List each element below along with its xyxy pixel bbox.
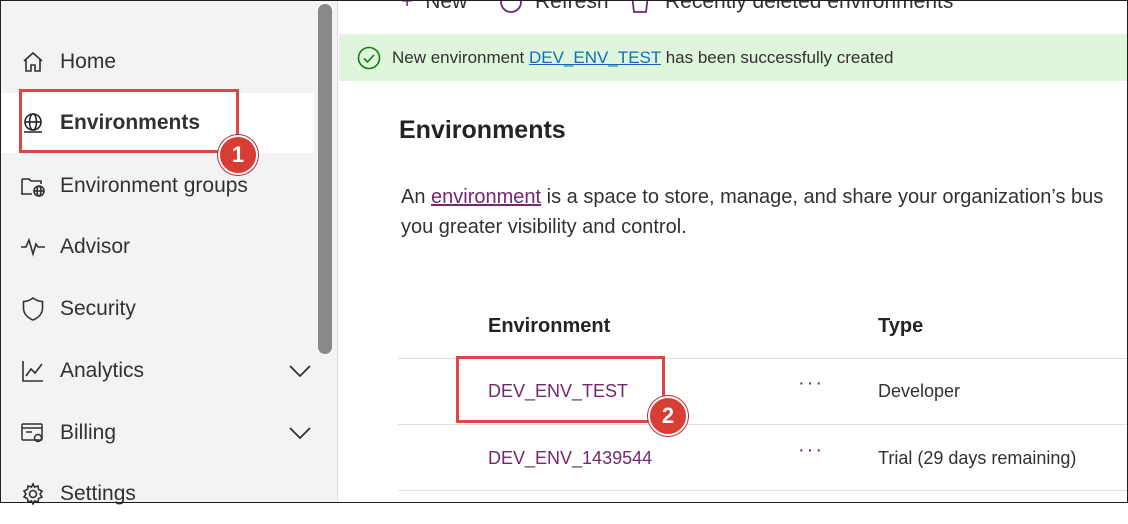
environment-name-link[interactable]: DEV_ENV_1439544 [488,448,652,469]
desc-prefix: An [401,186,432,208]
success-message-bar: New environment DEV_ENV_TEST has been su… [339,34,1128,81]
pulse-icon [20,234,46,260]
new-button[interactable]: + New [401,0,467,16]
nav-item-advisor[interactable]: Advisor [0,217,314,277]
chevron-down-icon[interactable] [288,359,312,383]
success-message: New environment DEV_ENV_TEST has been su… [392,48,893,68]
nav-label: Analytics [60,359,145,382]
recently-deleted-label: Recently deleted environments [665,0,954,13]
command-bar: + New Refresh Recently deleted environme… [339,0,1128,20]
refresh-icon [500,0,522,13]
nav-item-analytics[interactable]: Analytics [0,341,314,401]
nav-label: Home [60,50,117,73]
nav-label: Settings [60,482,136,505]
more-options-button[interactable]: ··· [798,372,824,395]
refresh-button[interactable]: Refresh [499,0,609,16]
step-badge-2: 2 [648,396,688,436]
new-environment-link[interactable]: DEV_ENV_TEST [529,48,661,67]
message-prefix: New environment [392,48,530,67]
column-header-type[interactable]: Type [878,315,923,338]
step-badge-1: 1 [218,135,258,175]
page-title: Environments [399,116,566,144]
nav-item-billing[interactable]: Billing [0,403,314,463]
chevron-down-icon[interactable] [288,421,312,445]
more-options-button[interactable]: ··· [798,439,824,462]
environment-learn-link[interactable]: environment [431,186,541,208]
shield-icon [20,296,46,322]
nav-label: Environment groups [60,174,248,197]
nav-label: Advisor [60,235,131,258]
recently-deleted-button[interactable]: Recently deleted environments [629,0,953,16]
gear-icon [20,481,46,507]
refresh-label: Refresh [535,0,609,13]
highlight-box-dev-env-test [456,356,665,423]
billing-icon [20,420,46,446]
environment-type: Trial (29 days remaining) [878,448,1077,468]
home-icon [20,49,46,75]
row-divider [398,424,1128,425]
plus-icon: + [401,0,414,13]
nav-item-environment-groups[interactable]: Environment groups [0,156,314,216]
left-navigation: Home Environments Environment groups Adv… [0,0,338,506]
chart-icon [20,358,46,384]
column-header-environment[interactable]: Environment [488,315,610,338]
desc-line2: you greater visibility and control. [401,216,687,238]
environment-type: Developer [878,381,961,401]
nav-label: Billing [60,421,117,444]
success-check-icon [357,46,381,70]
row-divider [398,490,1128,491]
sidebar-scrollbar-thumb[interactable] [318,4,332,354]
folder-globe-icon [20,173,46,199]
new-label: New [425,0,468,13]
recycle-bin-icon [631,0,649,13]
nav-item-home[interactable]: Home [0,32,314,92]
page-description: An environment is a space to store, mana… [401,182,1128,242]
nav-item-settings[interactable]: Settings [0,464,314,524]
nav-label: Security [60,297,136,320]
highlight-box-environments [19,89,239,153]
nav-item-security[interactable]: Security [0,279,314,339]
desc-line1: is a space to store, manage, and share y… [541,186,1104,208]
message-suffix: has been successfully created [660,48,894,67]
